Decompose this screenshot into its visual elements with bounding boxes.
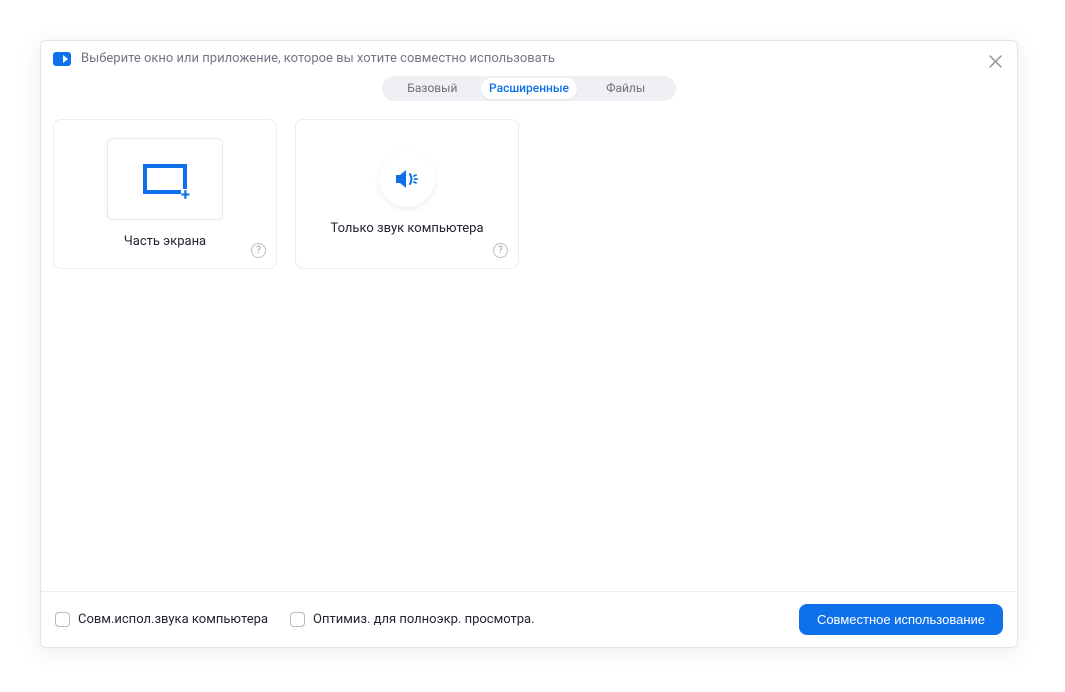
checkbox-label: Совм.испол.звука компьютера bbox=[78, 612, 268, 627]
audio-thumbnail bbox=[379, 151, 435, 207]
tab-bar: Базовый Расширенные Файлы bbox=[382, 76, 676, 101]
checkbox-optimize-fullscreen[interactable]: Оптимиз. для полноэкр. просмотра. bbox=[290, 612, 535, 627]
share-options-grid: Часть экрана ? Только звук компьютера ? bbox=[41, 119, 1017, 591]
help-icon[interactable]: ? bbox=[251, 243, 266, 258]
card-label: Только звук компьютера bbox=[330, 221, 483, 236]
share-button[interactable]: Совместное использование bbox=[799, 604, 1003, 635]
checkbox-icon bbox=[290, 612, 305, 627]
tab-files[interactable]: Файлы bbox=[577, 78, 674, 99]
dialog-footer: Совм.испол.звука компьютера Оптимиз. для… bbox=[41, 591, 1017, 647]
card-computer-audio[interactable]: Только звук компьютера ? bbox=[295, 119, 519, 269]
portion-thumbnail bbox=[107, 138, 223, 220]
speaker-icon bbox=[394, 168, 420, 190]
tab-advanced[interactable]: Расширенные bbox=[481, 78, 578, 99]
card-label: Часть экрана bbox=[124, 234, 206, 249]
help-icon[interactable]: ? bbox=[493, 243, 508, 258]
card-portion-of-screen[interactable]: Часть экрана ? bbox=[53, 119, 277, 269]
tab-basic[interactable]: Базовый bbox=[384, 78, 481, 99]
screen-portion-icon bbox=[143, 164, 187, 194]
close-button[interactable] bbox=[985, 51, 1005, 71]
checkbox-icon bbox=[55, 612, 70, 627]
checkbox-label: Оптимиз. для полноэкр. просмотра. bbox=[313, 612, 535, 627]
close-icon bbox=[989, 55, 1002, 68]
checkbox-share-computer-audio[interactable]: Совм.испол.звука компьютера bbox=[55, 612, 268, 627]
dialog-title: Выберите окно или приложение, которое вы… bbox=[81, 51, 555, 66]
share-screen-dialog: Выберите окно или приложение, которое вы… bbox=[40, 40, 1018, 648]
zoom-logo-icon bbox=[53, 52, 71, 66]
dialog-header: Выберите окно или приложение, которое вы… bbox=[41, 41, 1017, 72]
